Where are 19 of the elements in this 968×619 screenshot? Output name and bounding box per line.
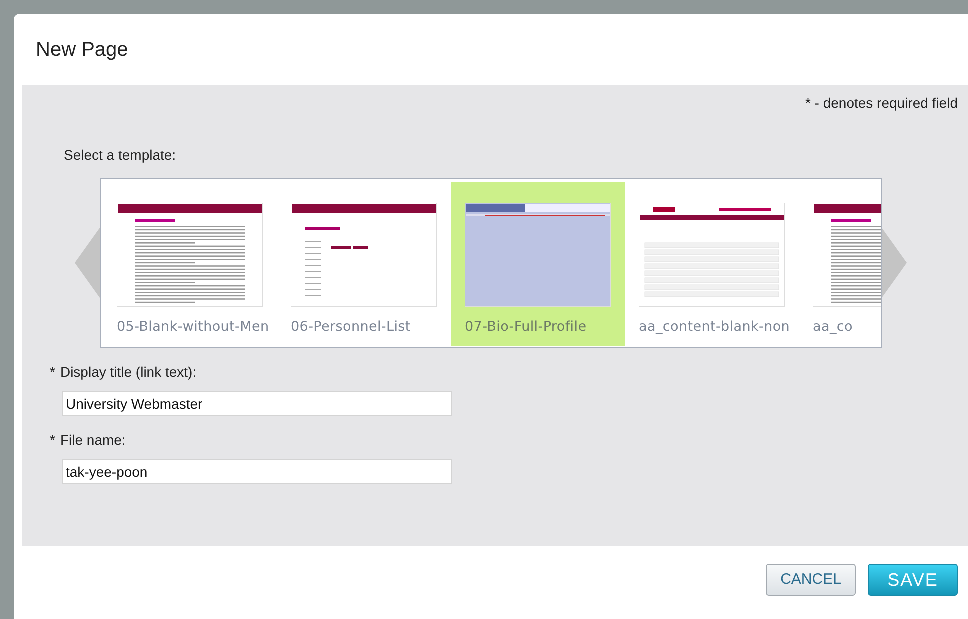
field-label: File name: — [60, 431, 126, 450]
template-name: 07-Bio-Full-Profile — [464, 318, 587, 337]
left-arrow-icon[interactable] — [75, 228, 100, 298]
template-label: Select a template: — [64, 147, 176, 163]
right-arrow-icon[interactable] — [882, 228, 907, 298]
text-field[interactable]: tak-yee-poon — [62, 459, 452, 484]
required-mark: * — [50, 363, 56, 382]
required-mark: * — [50, 431, 56, 450]
template-name: aa_content-blank-non — [638, 318, 790, 337]
save-button[interactable]: SAVE — [868, 564, 958, 596]
template-item[interactable]: 07-Bio-Full-Profile — [451, 182, 625, 346]
dialog-title: New Page — [36, 38, 128, 62]
text-field[interactable]: University Webmaster — [62, 391, 452, 416]
required-note: * - denotes required field — [805, 94, 958, 113]
template-name: 05-Blank-without-Men — [116, 318, 270, 337]
field-label: Display title (link text): — [60, 363, 197, 382]
template-name: aa_co — [812, 318, 853, 337]
template-name: 06-Personnel-List — [290, 318, 411, 337]
cancel-button[interactable]: CANCEL — [766, 564, 856, 596]
